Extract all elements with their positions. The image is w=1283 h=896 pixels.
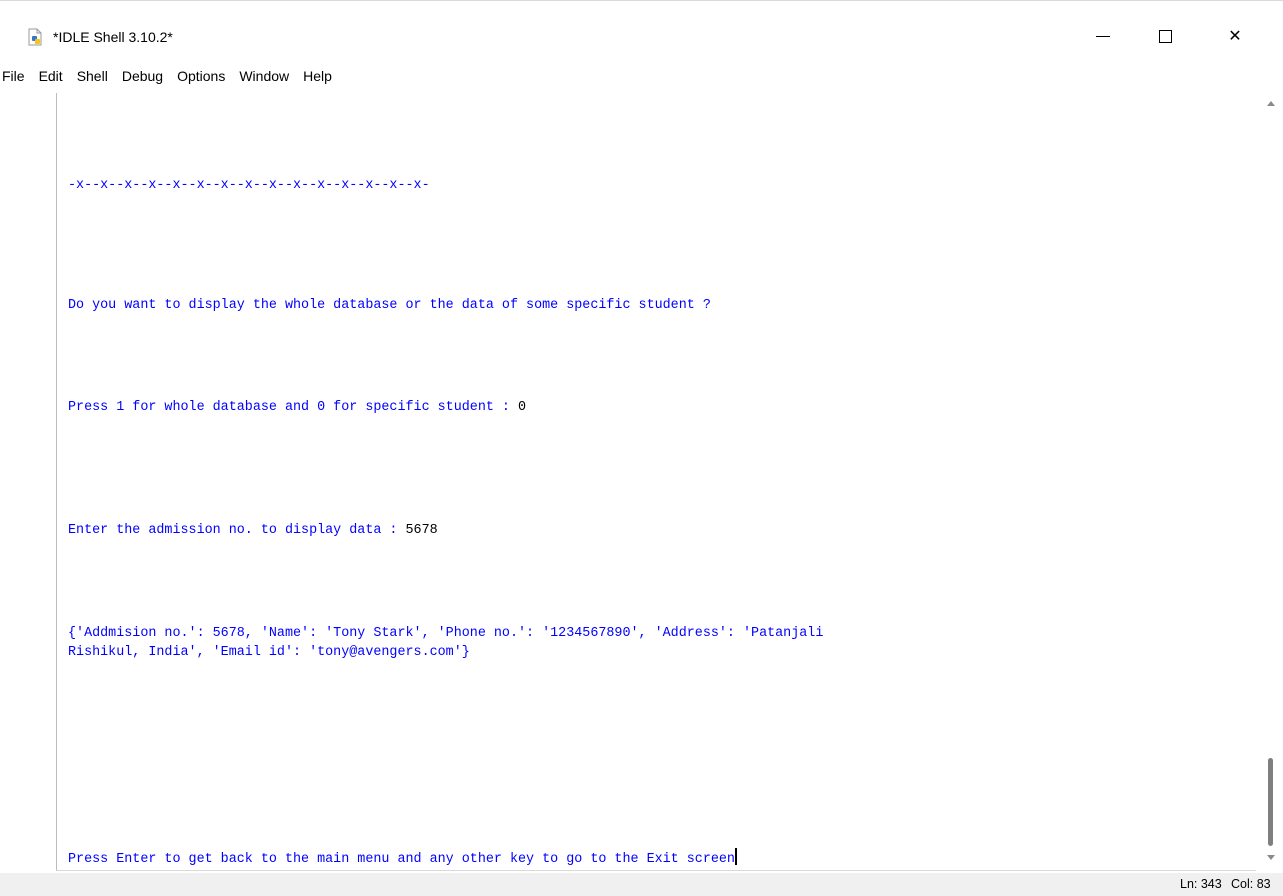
press-prompt-text: Press 1 for whole database and 0 for spe…	[68, 400, 518, 415]
admission-prompt-line: Enter the admission no. to display data …	[68, 522, 438, 540]
menu-bar: File Edit Shell Debug Options Window Hel…	[0, 63, 1283, 89]
menu-window[interactable]: Window	[232, 65, 296, 87]
menu-edit[interactable]: Edit	[32, 65, 70, 87]
separator-line: -x--x--x--x--x--x--x--x--x--x--x--x--x--…	[68, 178, 430, 193]
line-number-status: Ln: 343	[1180, 877, 1222, 891]
minimize-icon	[1096, 35, 1110, 37]
record-line-1: {'Addmision no.': 5678, 'Name': 'Tony St…	[68, 626, 824, 641]
menu-options[interactable]: Options	[170, 65, 232, 87]
close-button[interactable]: ✕	[1212, 21, 1258, 51]
idle-shell-window: *IDLE Shell 3.10.2* ✕ File Edit Shell De…	[0, 0, 1283, 896]
column-number-status: Col: 83	[1231, 877, 1271, 891]
status-bar: Ln: 343 Col: 83	[0, 873, 1283, 896]
vertical-scrollbar[interactable]	[1259, 93, 1283, 871]
menu-debug[interactable]: Debug	[115, 65, 170, 87]
admission-prompt-text: Enter the admission no. to display data …	[68, 523, 406, 538]
python-idle-icon	[28, 28, 42, 46]
shell-text-area[interactable]: -x--x--x--x--x--x--x--x--x--x--x--x--x--…	[56, 93, 1256, 871]
record-line-2: Rishikul, India', 'Email id': 'tony@aven…	[68, 645, 470, 660]
scroll-up-arrow-icon[interactable]	[1267, 101, 1275, 106]
menu-help[interactable]: Help	[296, 65, 339, 87]
menu-file[interactable]: File	[0, 65, 32, 87]
shell-sidebar	[0, 93, 56, 871]
menu-shell[interactable]: Shell	[70, 65, 115, 87]
minimize-button[interactable]	[1080, 21, 1126, 51]
scroll-down-arrow-icon[interactable]	[1267, 855, 1275, 860]
final-prompt-text: Press Enter to get back to the main menu…	[68, 852, 735, 867]
title-bar: *IDLE Shell 3.10.2* ✕	[0, 1, 1283, 61]
press-prompt-line: Press 1 for whole database and 0 for spe…	[68, 399, 526, 417]
final-prompt-line: Press Enter to get back to the main menu…	[68, 848, 737, 869]
press-input-value: 0	[518, 400, 527, 415]
question-line: Do you want to display the whole databas…	[68, 298, 711, 313]
text-cursor	[734, 848, 737, 865]
window-title: *IDLE Shell 3.10.2*	[53, 29, 173, 45]
maximize-button[interactable]	[1142, 21, 1188, 51]
scroll-thumb[interactable]	[1268, 758, 1273, 846]
maximize-icon	[1158, 29, 1172, 43]
admission-input-value: 5678	[405, 523, 438, 538]
close-icon: ✕	[1228, 28, 1242, 45]
